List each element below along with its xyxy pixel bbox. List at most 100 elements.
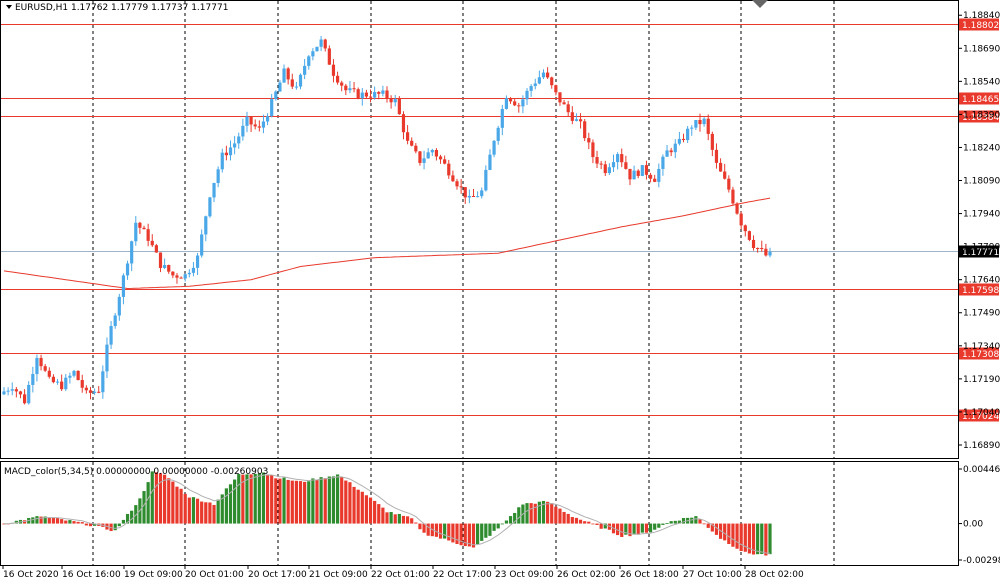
macd-bar bbox=[265, 474, 270, 524]
macd-indicator-label: MACD_color(5,34,5) 0.00000000 0.00000000… bbox=[4, 467, 268, 477]
macd-bar bbox=[764, 523, 768, 556]
macd-bar bbox=[200, 501, 204, 524]
macd-bar bbox=[158, 473, 163, 524]
symbol-header[interactable]: EURUSD,H1 1.17762 1.17779 1.17737 1.1777… bbox=[6, 3, 228, 13]
price-tick-label: 1.18390 bbox=[963, 110, 1000, 120]
candle-body bbox=[179, 277, 183, 279]
macd-bar bbox=[681, 518, 686, 524]
time-axis: 16 Oct 2020 16 Oct 16:00 19 Oct 09:00 20 Oc… bbox=[2, 565, 804, 580]
macd-bar bbox=[331, 476, 336, 524]
macd-bar bbox=[723, 523, 727, 541]
time-tick-label: 23 Oct 09:00 bbox=[495, 570, 554, 580]
candle-body bbox=[265, 116, 270, 122]
macd-bar bbox=[257, 473, 261, 524]
macd-bar bbox=[195, 498, 200, 524]
candle-body bbox=[84, 387, 88, 391]
candle-body bbox=[31, 374, 35, 385]
candle-body bbox=[727, 178, 731, 190]
price-tick-label: 1.16890 bbox=[963, 441, 1000, 451]
candle-body bbox=[537, 77, 541, 84]
candle-body bbox=[764, 248, 768, 256]
candle-body bbox=[109, 325, 113, 345]
macd-bar bbox=[480, 523, 484, 541]
candle-body bbox=[587, 138, 591, 143]
candle-body bbox=[500, 108, 504, 128]
macd-bar bbox=[484, 523, 488, 538]
candle-body bbox=[459, 186, 463, 188]
macd-bar bbox=[278, 478, 282, 524]
macd-bar bbox=[216, 499, 220, 524]
candle-body bbox=[690, 127, 694, 129]
candle-body bbox=[22, 394, 27, 404]
candle-body bbox=[570, 112, 574, 121]
price-tick-label: 1.18840 bbox=[963, 11, 1000, 21]
candle-body bbox=[661, 156, 665, 169]
candle-body bbox=[187, 272, 191, 275]
candle-body bbox=[731, 189, 735, 204]
macd-bar bbox=[146, 482, 150, 524]
macd-bar bbox=[702, 523, 706, 525]
candle-body bbox=[451, 175, 455, 182]
candle-body bbox=[2, 391, 6, 395]
candle-body bbox=[216, 169, 220, 183]
macd-bar bbox=[212, 504, 216, 524]
candle-body bbox=[467, 195, 471, 198]
macd-bar bbox=[76, 521, 80, 524]
trading-chart[interactable]: 1.188021.184651.183841.175981.173081.170… bbox=[0, 0, 1000, 586]
candle-body bbox=[648, 174, 653, 179]
macd-bar bbox=[529, 503, 533, 524]
candle-body bbox=[220, 152, 224, 170]
macd-bar bbox=[648, 523, 653, 533]
candle-body bbox=[150, 240, 154, 246]
candle-body bbox=[125, 263, 130, 276]
candle-body bbox=[673, 143, 677, 153]
macd-bar bbox=[661, 523, 665, 525]
candle-body bbox=[533, 83, 537, 87]
candle-body bbox=[706, 118, 710, 134]
macd-bar bbox=[51, 517, 56, 524]
candle-body bbox=[368, 96, 373, 98]
macd-bar bbox=[653, 523, 657, 530]
candle-body bbox=[414, 145, 418, 152]
macd-bar bbox=[130, 510, 134, 524]
candle-body bbox=[397, 99, 401, 115]
macd-bar bbox=[636, 523, 640, 535]
macd-bar bbox=[60, 519, 64, 524]
candle-body bbox=[224, 152, 228, 156]
macd-bar bbox=[496, 523, 500, 529]
candle-body bbox=[488, 154, 492, 170]
macd-bar bbox=[768, 523, 772, 555]
candle-body bbox=[550, 77, 554, 86]
macd-bar bbox=[583, 521, 587, 524]
macd-bar bbox=[706, 523, 710, 528]
candle-body bbox=[751, 239, 756, 248]
macd-bar bbox=[121, 519, 126, 524]
candle-body bbox=[121, 275, 126, 297]
macd-bar bbox=[591, 523, 595, 525]
candle-body bbox=[377, 92, 381, 94]
macd-bar bbox=[397, 513, 401, 524]
candle-body bbox=[352, 88, 356, 90]
macd-bar bbox=[673, 520, 677, 524]
candle-body bbox=[146, 229, 150, 241]
candle-body bbox=[360, 92, 364, 99]
candle-body bbox=[574, 119, 579, 121]
macd-bar bbox=[348, 482, 352, 524]
macd-bar bbox=[307, 481, 311, 524]
macd-bar bbox=[163, 474, 167, 524]
macd-bar bbox=[352, 486, 356, 524]
macd-bar bbox=[187, 497, 191, 524]
candle-body bbox=[389, 98, 393, 103]
time-tick-label: 22 Oct 17:00 bbox=[433, 570, 492, 580]
candle-body bbox=[298, 74, 303, 87]
macd-axis: 0.004464 0.00 -0.00298 bbox=[958, 465, 1000, 566]
macd-bar bbox=[249, 474, 253, 524]
macd-bar bbox=[434, 523, 439, 537]
macd-bar bbox=[175, 486, 179, 524]
candle-body bbox=[307, 56, 311, 66]
time-tick-label: 22 Oct 01:00 bbox=[371, 570, 430, 580]
candle-body bbox=[270, 99, 274, 117]
macd-bar bbox=[31, 517, 35, 524]
candle-body bbox=[274, 91, 278, 100]
candle-body bbox=[562, 102, 566, 105]
